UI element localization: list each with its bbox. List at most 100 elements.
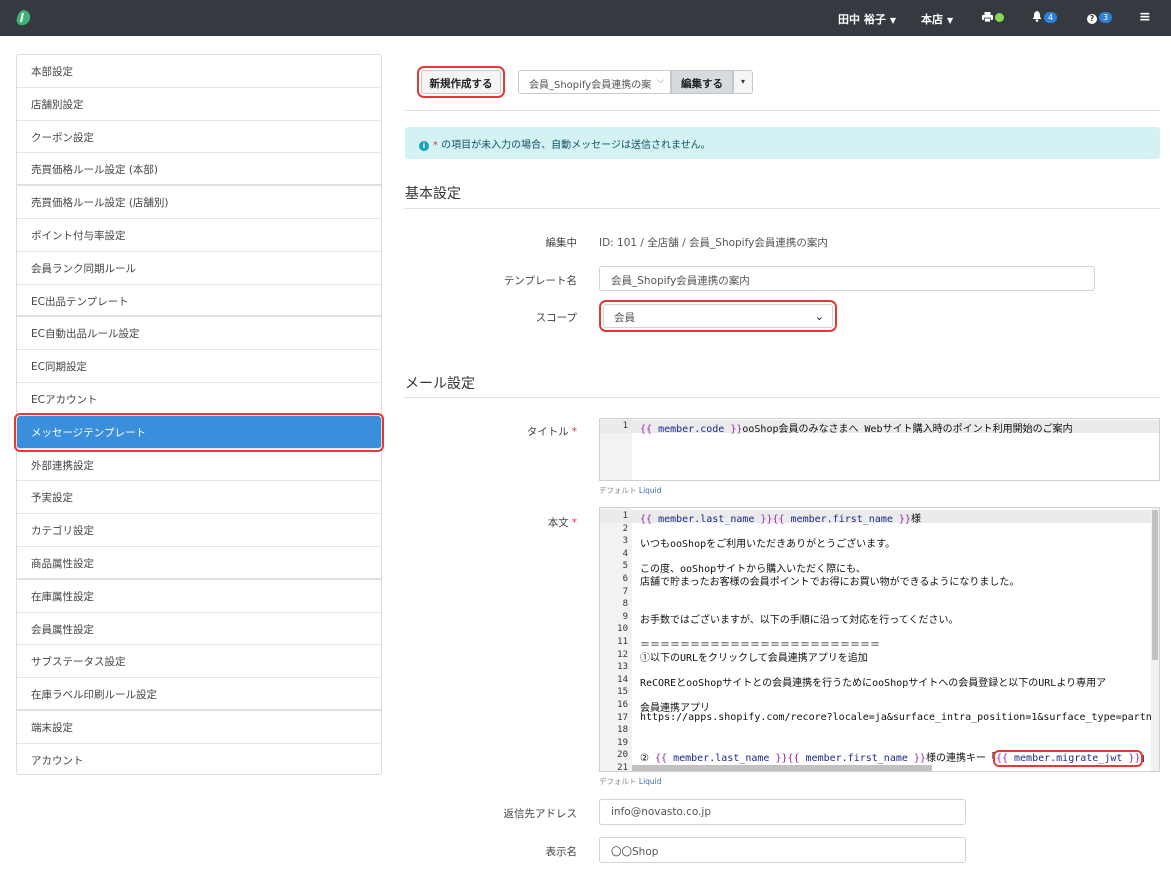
app-logo-icon[interactable] (14, 9, 32, 27)
sidebar-item-ec-sync[interactable]: EC同期設定 (17, 350, 381, 383)
mail-settings-heading: メール設定 (405, 376, 475, 392)
editor-line: 2 (622, 523, 628, 534)
editor-line: 9 お手数ではございますが、以下の手順に沿って対応を行ってください。 (622, 611, 959, 626)
editor-line: 3 いつもooShopをご利用いただきありがとうございます。 (622, 536, 896, 551)
chevron-down-icon: ▼ (889, 16, 896, 25)
bell-icon (1032, 11, 1042, 22)
scrollbar-thumb[interactable] (1152, 510, 1158, 660)
alert-text: の項目が未入力の場合、自動メッセージは送信されません。 (438, 140, 711, 151)
editor-line: 7 (622, 586, 628, 597)
sidebar-item-label-print[interactable]: 在庫ラベル印刷ルール設定 (17, 678, 381, 711)
sidebar-item-product-attr[interactable]: 商品属性設定 (17, 547, 381, 580)
sidebar-item-ec-auto-listing[interactable]: EC自動出品ルール設定 (17, 317, 381, 351)
display-name-label: 表示名 (545, 846, 578, 858)
sidebar-item-terminal[interactable]: 端末設定 (17, 711, 381, 744)
scope-select-value: 会員 (614, 312, 635, 324)
sidebar-item-budget[interactable]: 予実設定 (17, 481, 381, 515)
top-navbar: 田中 裕子 ▼ 本店 ▼ 4 ? 3 ≡ (0, 0, 1171, 36)
scope-label: スコープ (535, 312, 577, 324)
template-name-label: テンプレート名 (503, 275, 577, 287)
editor-line: 19 (617, 737, 628, 748)
basic-settings-heading: 基本設定 (405, 186, 461, 202)
store-name: 本店 (921, 13, 943, 26)
settings-sidebar: 本部設定 店舗別設定 クーポン設定 売買価格ルール設定 (本部) 売買価格ルール… (14, 54, 384, 777)
editing-label: 編集中 (545, 237, 578, 249)
editor-line: 6 店舗で貯まったお客様の会員ポイントでお得にお買い物ができるようになりました。 (622, 574, 1020, 588)
migrate-jwt-highlight: {{ member.migrate_jwt }} (992, 750, 1144, 768)
printer-status[interactable] (982, 11, 1004, 24)
title-editor-hint: デフォルト Liquid (599, 486, 662, 495)
edit-button[interactable]: 編集する (671, 70, 733, 94)
status-dot (995, 13, 1004, 22)
sidebar-item-account[interactable]: アカウント (17, 744, 381, 777)
sidebar-item-member-rank-sync[interactable]: 会員ランク同期ルール (17, 252, 381, 285)
sidebar-item-stock-attr[interactable]: 在庫属性設定 (17, 580, 381, 613)
editor-line: 18 (617, 725, 628, 736)
template-select[interactable]: 会員_Shopify会員連携の案 ⌵ (518, 70, 671, 94)
display-name-input[interactable]: 〇〇Shop (599, 837, 966, 863)
info-alert: i * の項目が未入力の場合、自動メッセージは送信されません。 (405, 127, 1160, 159)
help-badge: 3 (1099, 12, 1113, 23)
sidebar-item-member-attr[interactable]: 会員属性設定 (17, 613, 381, 646)
mail-body-editor[interactable]: 1{{ member.last_name }}{{ member.first_n… (599, 507, 1160, 772)
editor-line: 16 会員連携アプリ (617, 700, 710, 714)
store-menu[interactable]: 本店 ▼ (921, 11, 953, 27)
template-select-value: 会員_Shopify会員連携の案 (529, 80, 652, 91)
scope-select[interactable]: 会員 ⌄ (599, 300, 837, 332)
editing-value: ID: 101 / 全店舗 / 会員_Shopify会員連携の案内 (599, 237, 828, 249)
template-name-input[interactable]: 会員_Shopify会員連携の案内 (599, 266, 1095, 291)
editor-line: 17 https://apps.shopify.com/recore?locale… (617, 711, 1160, 723)
body-editor-hint: デフォルト Liquid (599, 777, 662, 786)
notification-badge: 4 (1044, 12, 1058, 23)
reply-address-input[interactable]: info@novasto.co.jp (599, 799, 966, 825)
notifications[interactable]: 4 (1032, 11, 1058, 24)
editor-line: 21 (617, 763, 628, 772)
info-icon: i (419, 141, 429, 151)
hamburger-menu-icon[interactable]: ≡ (1139, 9, 1151, 25)
new-template-button[interactable]: 新規作成する (417, 66, 505, 98)
chevron-down-icon: ⌄ (814, 310, 824, 323)
reply-address-label: 返信先アドレス (503, 808, 578, 820)
mail-title-label: タイトル * (526, 426, 577, 438)
help[interactable]: ? 3 (1087, 11, 1113, 24)
sidebar-item-external-integration[interactable]: 外部連携設定 (17, 449, 381, 482)
user-menu[interactable]: 田中 裕子 ▼ (838, 11, 896, 27)
editor-line: 1 {{ member.code }}ooShop会員のみなさまへ Webサイト… (600, 420, 1159, 435)
sidebar-item-coupon[interactable]: クーポン設定 (17, 121, 381, 154)
mail-title-editor[interactable]: 1 {{ member.code }}ooShop会員のみなさまへ Webサイト… (599, 418, 1160, 481)
editor-line: 8 (622, 599, 628, 610)
edit-dropdown-toggle[interactable]: ▾ (733, 70, 753, 94)
sidebar-item-store-settings[interactable]: 店舗別設定 (17, 88, 381, 121)
vertical-scrollbar[interactable] (1151, 508, 1159, 771)
sidebar-item-price-rule-hq[interactable]: 売買価格ルール設定 (本部) (17, 153, 381, 187)
editor-line: 10 (617, 624, 628, 635)
sidebar-item-ec-listing-template[interactable]: EC出品テンプレート (17, 285, 381, 318)
divider (404, 110, 1160, 111)
printer-icon (982, 12, 993, 23)
sidebar-item-point-rate[interactable]: ポイント付与率設定 (17, 219, 381, 252)
editor-line: 1{{ member.last_name }}{{ member.first_n… (600, 510, 1159, 525)
sidebar-item-price-rule-store[interactable]: 売買価格ルール設定 (店舗別) (17, 186, 381, 219)
mail-body-label: 本文 * (547, 517, 577, 529)
editor-line: 5 この度、ooShopサイトから購入いただく際にも、 (622, 561, 866, 576)
user-name: 田中 裕子 (838, 13, 886, 26)
caret-down-icon: ▾ (740, 77, 745, 86)
chevron-down-icon: ⌵ (657, 76, 664, 86)
editor-line: 20 ② {{ member.last_name }}{{ member.firs… (617, 750, 1159, 768)
editor-line: 13 (617, 662, 628, 673)
editor-line: 15 (617, 687, 628, 698)
chevron-down-icon: ▼ (947, 16, 954, 25)
sidebar-item-ec-account[interactable]: ECアカウント (17, 383, 381, 416)
editor-line: 4 (622, 548, 628, 559)
editor-line: 14 ReCOREとooShopサイトとの会員連携を行うためにooShopサイトへ… (617, 674, 1107, 689)
sidebar-item-message-template[interactable]: メッセージテンプレート (14, 412, 384, 452)
divider (404, 397, 1160, 398)
help-icon: ? (1087, 14, 1097, 24)
editor-line: 12 ①以下のURLをクリックして会員連携アプリを追加 (617, 649, 868, 664)
divider (404, 208, 1160, 209)
horizontal-scrollbar[interactable] (632, 765, 932, 771)
sidebar-item-category[interactable]: カテゴリ設定 (17, 514, 381, 547)
editor-line: 11 ＝＝＝＝＝＝＝＝＝＝＝＝＝＝＝＝＝＝＝＝＝＝＝＝ (617, 637, 880, 651)
sidebar-item-hq-settings[interactable]: 本部設定 (17, 55, 381, 88)
sidebar-item-substatus[interactable]: サブステータス設定 (17, 645, 381, 679)
